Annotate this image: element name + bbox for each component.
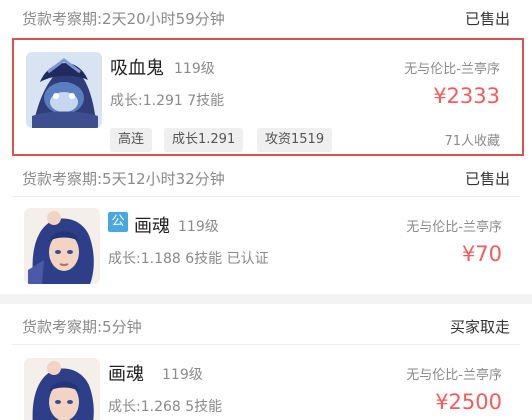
public-badge: 公 — [108, 212, 128, 232]
status-label: 买家取走 — [449, 318, 510, 336]
pet-name: 画魂 — [108, 364, 144, 385]
inspection-period: 货款考察期:5天12小时32分钟 — [22, 170, 225, 188]
price: ¥70 — [461, 242, 502, 266]
inspection-period: 货款考察期:2天20小时59分钟 — [22, 10, 225, 28]
server-name: 无与伦比-兰亭序 — [404, 62, 500, 77]
vampire-pet-icon — [26, 52, 102, 128]
pet-level: 119级 — [162, 367, 203, 383]
status-label: 已售出 — [464, 10, 510, 28]
painted-soul-pet-icon — [24, 358, 100, 420]
painted-soul-pet-icon — [24, 208, 100, 284]
listing-card[interactable]: 吸血鬼 119级 无与伦比-兰亭序 成长:1.291 7技能 ¥2333 高连 … — [12, 38, 524, 156]
server-name: 无与伦比-兰亭序 — [406, 368, 502, 383]
listing-section: 货款考察期:2天20小时59分钟 已售出 吸血鬼 119级 无与伦比-兰亭序 成… — [0, 0, 532, 160]
tag-chip: 高连 — [110, 128, 153, 152]
pet-level: 119级 — [174, 61, 215, 77]
status-label: 已售出 — [464, 170, 510, 188]
listing-header: 货款考察期:5分钟 买家取走 — [0, 308, 532, 344]
favorites-count: 71人收藏 — [444, 134, 500, 149]
divider — [12, 196, 520, 197]
price: ¥2333 — [433, 84, 500, 108]
growth-skills: 成长:1.188 6技能 已认证 — [108, 251, 269, 267]
listing-section: 货款考察期:5天12小时32分钟 已售出 公 画魂 119级 无与伦比-兰亭序 … — [0, 160, 532, 294]
price: ¥2500 — [435, 390, 502, 414]
listing-header: 货款考察期:2天20小时59分钟 已售出 — [0, 0, 532, 36]
pet-name: 画魂 — [134, 216, 170, 237]
divider — [12, 344, 520, 345]
server-name: 无与伦比-兰亭序 — [406, 220, 502, 235]
listing-card[interactable]: 公 画魂 119级 无与伦比-兰亭序 成长:1.188 6技能 已认证 ¥70 — [12, 198, 524, 294]
pet-level: 119级 — [178, 219, 219, 235]
growth-skills: 成长:1.268 5技能 — [108, 399, 223, 415]
pet-name: 吸血鬼 — [110, 58, 164, 79]
inspection-period: 货款考察期:5分钟 — [22, 318, 142, 336]
section-gap — [0, 294, 532, 304]
tag-chip: 成长1.291 — [164, 128, 244, 152]
growth-skills: 成长:1.291 7技能 — [110, 93, 225, 109]
trade-history-page: 货款考察期:2天20小时59分钟 已售出 吸血鬼 119级 无与伦比-兰亭序 成… — [0, 0, 532, 420]
listing-header: 货款考察期:5天12小时32分钟 已售出 — [0, 160, 532, 196]
listing-section: 货款考察期:5分钟 买家取走 画魂 119级 无与伦比-兰亭序 成长:1.268… — [0, 304, 532, 420]
listing-card[interactable]: 画魂 119级 无与伦比-兰亭序 成长:1.268 5技能 ¥2500 — [12, 346, 524, 420]
tag-chip: 攻资1519 — [257, 128, 333, 152]
